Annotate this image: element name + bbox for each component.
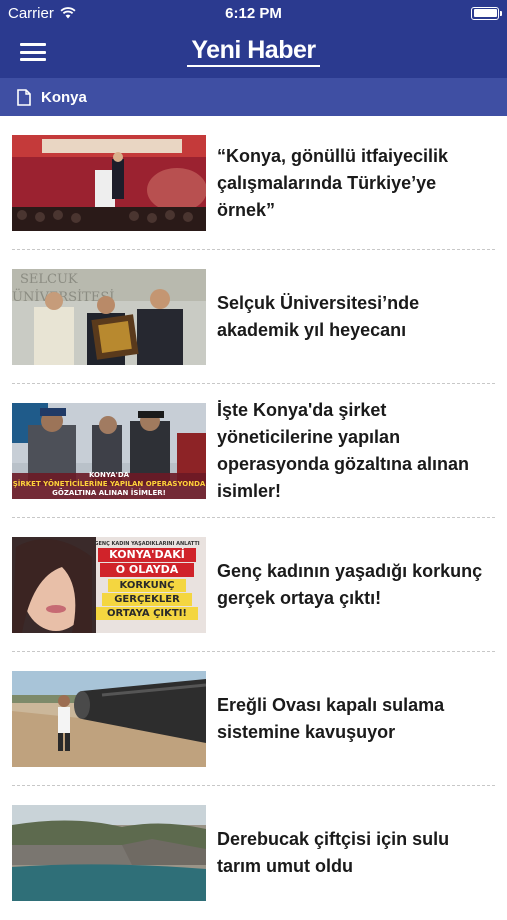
article-title: “Konya, gönüllü itfaiyecilik çalışmaları… — [217, 145, 449, 220]
article-thumbnail — [12, 805, 206, 901]
article-title: Selçuk Üniversitesi’nde akademik yıl hey… — [217, 293, 420, 340]
article-item[interactable]: SELCUK ÜNİVERSİTESİ Selçuk Üniversitesi’… — [12, 250, 495, 384]
article-list: “Konya, gönüllü itfaiyecilik çalışmaları… — [0, 116, 507, 920]
caption-line: KORKUNÇ — [108, 579, 186, 592]
status-bar: Carrier 6:12 PM — [0, 0, 507, 26]
status-left: Carrier — [8, 5, 76, 22]
svg-text:SELCUK: SELCUK — [20, 272, 78, 287]
article-thumbnail — [12, 671, 206, 767]
caption-line: KONYA'DA — [88, 471, 130, 479]
article-item[interactable]: KONYA'DA ŞİRKET YÖNETİCİLERİNE YAPILAN O… — [12, 384, 495, 518]
caption-line: GERÇEKLER — [102, 593, 192, 606]
breadcrumb-label: Konya — [41, 88, 87, 106]
article-item[interactable]: “Konya, gönüllü itfaiyecilik çalışmaları… — [12, 116, 495, 250]
caption-line: ORTAYA ÇIKTI! — [96, 607, 198, 620]
carrier-label: Carrier — [8, 4, 54, 22]
caption-line: GÖZALTINA ALINAN İSİMLER! — [52, 489, 166, 497]
caption-line: GENÇ KADIN YAŞADIKLARINI ANLATTI — [94, 541, 200, 547]
article-title: Ereğli Ovası kapalı sulama sistemine kav… — [217, 695, 445, 742]
article-item[interactable]: Ereğli Ovası kapalı sulama sistemine kav… — [12, 652, 495, 786]
caption-line: ŞİRKET YÖNETİCİLERİNE YAPILAN OPERASYOND… — [12, 480, 206, 488]
app-logo[interactable]: Yeni Haber — [0, 36, 507, 67]
article-title: Derebucak çiftçisi için sulu tarım umut … — [217, 829, 450, 876]
article-thumbnail: GENÇ KADIN YAŞADIKLARINI ANLATTI KONYA'D… — [12, 537, 206, 633]
wifi-icon — [60, 7, 76, 19]
article-thumbnail: SELCUK ÜNİVERSİTESİ — [12, 269, 206, 365]
caption-line: KONYA'DAKİ — [98, 548, 196, 562]
status-time: 6:12 PM — [225, 4, 282, 22]
thumbnail-caption: GENÇ KADIN YAŞADIKLARINI ANLATTI KONYA'D… — [90, 540, 204, 620]
logo-text: Yeni Haber — [187, 36, 320, 67]
article-thumbnail — [12, 135, 206, 231]
article-thumbnail: KONYA'DA ŞİRKET YÖNETİCİLERİNE YAPILAN O… — [12, 403, 206, 499]
breadcrumb: Konya — [0, 78, 507, 116]
nav-bar: Yeni Haber — [0, 26, 507, 78]
article-title: Genç kadının yaşadığı korkunç gerçek ort… — [217, 561, 483, 608]
thumbnail-caption: KONYA'DA ŞİRKET YÖNETİCİLERİNE YAPILAN O… — [12, 471, 206, 498]
battery-icon — [471, 6, 502, 20]
article-title: İşte Konya'da şirket yöneticilerine yapı… — [217, 400, 470, 501]
article-item[interactable]: GENÇ KADIN YAŞADIKLARINI ANLATTI KONYA'D… — [12, 518, 495, 652]
caption-line: O OLAYDA — [100, 563, 194, 577]
document-icon — [17, 88, 31, 106]
